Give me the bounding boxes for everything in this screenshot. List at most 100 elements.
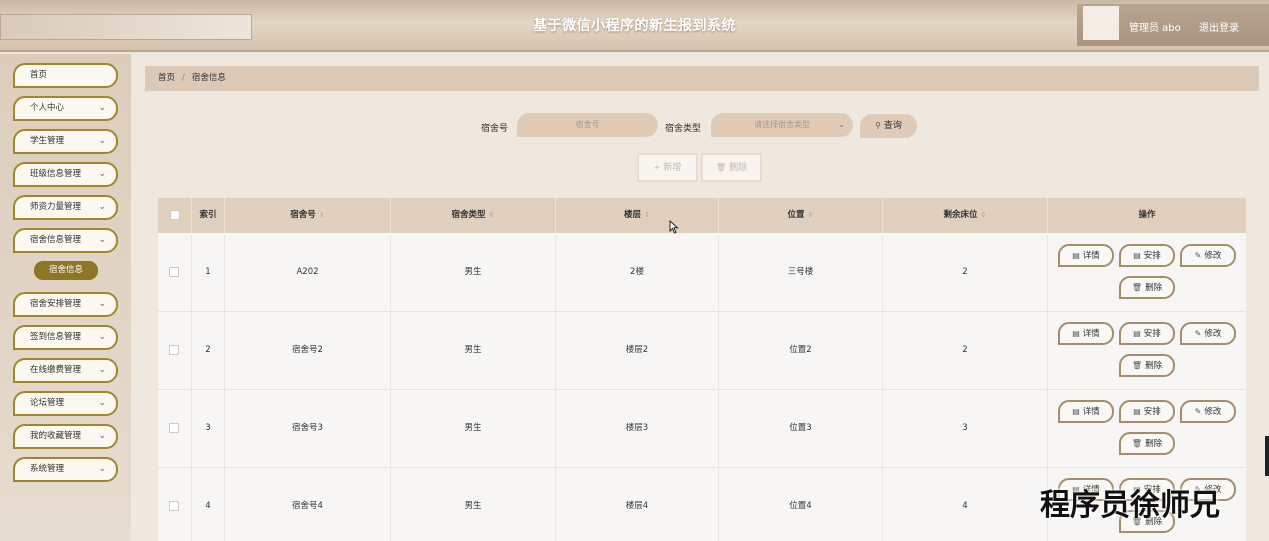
select-all-cell	[158, 198, 192, 233]
arrange-button[interactable]: ▤ 安排	[1119, 244, 1175, 267]
sidebar-item-7[interactable]: 签到信息管理 ⌄	[13, 325, 118, 350]
chevron-down-icon: ⌄	[838, 120, 845, 129]
row-checkbox[interactable]	[169, 423, 179, 433]
table-row: 3 宿舍号3 男生 楼层3 位置3 3 ▤ 详情 ▤ 安排 ✎ 修改 🗑 删除	[158, 390, 1246, 468]
cell-floor: 2楼	[556, 234, 719, 311]
cell-location: 位置3	[719, 390, 883, 467]
current-user: 管理员 abo	[1129, 23, 1181, 34]
batch-delete-button[interactable]: 🗑 删除	[701, 153, 762, 182]
row-checkbox[interactable]	[169, 345, 179, 355]
sidebar-item-label: 系统管理	[30, 464, 65, 474]
dorm-no-input[interactable]: 宿舍号	[517, 113, 658, 137]
sidebar-item-label: 签到信息管理	[30, 332, 82, 342]
sidebar-item-3[interactable]: 班级信息管理 ⌄	[13, 162, 118, 187]
cell-remaining-beds: 2	[883, 312, 1048, 389]
row-checkbox[interactable]	[169, 501, 179, 511]
pencil-icon: ✎	[1194, 407, 1202, 416]
sidebar-item-5[interactable]: 宿舍信息管理 ⌄	[13, 228, 118, 253]
edit-button[interactable]: ✎ 修改	[1180, 322, 1236, 345]
sidebar-item-label: 个人中心	[30, 103, 65, 113]
cell-dorm-no: 宿舍号3	[225, 390, 391, 467]
row-checkbox-cell	[158, 390, 192, 467]
delete-button[interactable]: 🗑 删除	[1119, 432, 1175, 455]
document-icon: ▤	[1133, 251, 1141, 260]
sidebar-item-label: 班级信息管理	[30, 169, 82, 179]
cell-remaining-beds: 4	[883, 468, 1048, 541]
sidebar-item-label: 论坛管理	[30, 398, 65, 408]
breadcrumb-home[interactable]: 首页	[158, 73, 175, 83]
chevron-down-icon: ⌄	[98, 365, 106, 375]
breadcrumb: 首页 / 宿舍信息	[145, 66, 1259, 91]
chevron-down-icon: ⌄	[98, 464, 106, 474]
delete-button[interactable]: 🗑 删除	[1119, 276, 1175, 299]
watermark-text: 程序员徐师兄	[1040, 488, 1220, 523]
arrange-label: 安排	[1143, 251, 1161, 261]
arrange-button[interactable]: ▤ 安排	[1119, 400, 1175, 423]
cell-location: 位置4	[719, 468, 883, 541]
document-icon: ▤	[1133, 407, 1141, 416]
sidebar-subitem-dorm-info[interactable]: 宿舍信息	[34, 261, 98, 280]
sidebar-item-6[interactable]: 宿舍安排管理 ⌄	[13, 292, 118, 317]
cell-location: 位置2	[719, 312, 883, 389]
arrange-label: 安排	[1143, 329, 1161, 339]
document-icon: ▤	[1072, 407, 1080, 416]
chevron-down-icon: ⌄	[98, 235, 106, 245]
chevron-down-icon: ⌄	[98, 169, 106, 179]
sort-icon[interactable]: ⇕	[981, 211, 987, 219]
chevron-down-icon: ⌄	[98, 299, 106, 309]
cell-remaining-beds: 3	[883, 390, 1048, 467]
col-floor[interactable]: 楼层 ⇕	[556, 198, 719, 233]
col-dorm-type[interactable]: 宿舍类型 ⇕	[391, 198, 556, 233]
query-label: 查询	[883, 121, 902, 131]
cell-dorm-type: 男生	[391, 312, 556, 389]
cell-floor: 楼层3	[556, 390, 719, 467]
sidebar-item-0[interactable]: 首页	[13, 63, 118, 88]
detail-button[interactable]: ▤ 详情	[1058, 244, 1114, 267]
sidebar-item-2[interactable]: 学生管理 ⌄	[13, 129, 118, 154]
sidebar-item-10[interactable]: 我的收藏管理 ⌄	[13, 424, 118, 449]
chevron-down-icon: ⌄	[98, 202, 106, 212]
dorm-type-select[interactable]: 请选择宿舍类型 ⌄	[711, 113, 853, 137]
add-button[interactable]: + 新增	[637, 153, 698, 182]
edit-button[interactable]: ✎ 修改	[1180, 244, 1236, 267]
detail-button[interactable]: ▤ 详情	[1058, 400, 1114, 423]
sidebar-item-1[interactable]: 个人中心 ⌄	[13, 96, 118, 121]
cell-dorm-no: 宿舍号4	[225, 468, 391, 541]
edit-button[interactable]: ✎ 修改	[1180, 400, 1236, 423]
delete-label: 删除	[729, 163, 748, 173]
arrange-button[interactable]: ▤ 安排	[1119, 322, 1175, 345]
chevron-down-icon: ⌄	[98, 398, 106, 408]
pencil-icon: ✎	[1194, 251, 1202, 260]
sort-icon[interactable]: ⇕	[319, 211, 325, 219]
table-header: 索引 宿舍号 ⇕ 宿舍类型 ⇕ 楼层 ⇕ 位置 ⇕ 剩余床位 ⇕ 操作	[158, 198, 1246, 233]
sidebar-item-11[interactable]: 系统管理 ⌄	[13, 457, 118, 482]
col-location[interactable]: 位置 ⇕	[719, 198, 883, 233]
document-icon: ▤	[1133, 329, 1141, 338]
chevron-down-icon: ⌄	[98, 136, 106, 146]
select-all-checkbox[interactable]	[170, 210, 180, 220]
sort-icon[interactable]: ⇕	[489, 211, 495, 219]
sidebar-item-8[interactable]: 在线缴费管理 ⌄	[13, 358, 118, 383]
col-remaining-beds[interactable]: 剩余床位 ⇕	[883, 198, 1048, 233]
row-checkbox[interactable]	[169, 267, 179, 277]
col-dorm-no[interactable]: 宿舍号 ⇕	[225, 198, 391, 233]
logout-link[interactable]: 退出登录	[1199, 19, 1239, 34]
document-icon: ▤	[1072, 251, 1080, 260]
cell-floor: 楼层4	[556, 468, 719, 541]
chevron-down-icon: ⌄	[98, 332, 106, 342]
row-checkbox-cell	[158, 234, 192, 311]
cell-index: 3	[192, 390, 225, 467]
dorm-type-placeholder: 请选择宿舍类型	[754, 120, 810, 129]
search-icon: ⚲	[875, 121, 881, 130]
row-checkbox-cell	[158, 468, 192, 541]
sort-icon[interactable]: ⇕	[808, 211, 814, 219]
detail-button[interactable]: ▤ 详情	[1058, 322, 1114, 345]
sidebar-item-4[interactable]: 师资力量管理 ⌄	[13, 195, 118, 220]
sidebar-item-9[interactable]: 论坛管理 ⌄	[13, 391, 118, 416]
table-row: 2 宿舍号2 男生 楼层2 位置2 2 ▤ 详情 ▤ 安排 ✎ 修改 🗑 删除	[158, 312, 1246, 390]
delete-button[interactable]: 🗑 删除	[1119, 354, 1175, 377]
sort-icon[interactable]: ⇕	[644, 211, 650, 219]
query-button[interactable]: ⚲ 查询	[860, 114, 917, 138]
cell-dorm-no: A202	[225, 234, 391, 311]
sidebar-item-label: 宿舍信息管理	[30, 235, 82, 245]
